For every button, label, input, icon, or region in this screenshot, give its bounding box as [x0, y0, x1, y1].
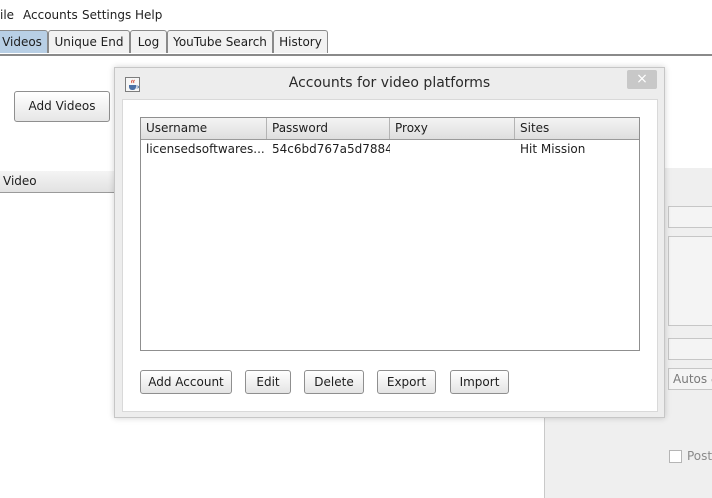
autos-dropdown[interactable]: Autos &: [668, 368, 712, 390]
cell-username: licensedsoftwares...: [146, 142, 265, 156]
dialog-content: Username Password Proxy Sites licensedso…: [122, 99, 658, 412]
import-button[interactable]: Import: [450, 370, 509, 394]
cell-proxy: [390, 140, 515, 158]
menu-settings[interactable]: Settings: [82, 8, 131, 22]
dialog-close-button[interactable]: ×: [627, 70, 657, 89]
tab-bar: Videos Unique End Log YouTube Search His…: [0, 29, 712, 56]
accounts-dialog: Accounts for video platforms × Username …: [114, 67, 665, 418]
right-panel-field-top[interactable]: [668, 206, 712, 228]
tab-videos[interactable]: Videos: [0, 30, 48, 53]
menu-accounts[interactable]: Accounts: [23, 8, 78, 22]
table-row[interactable]: licensedsoftwares... 54c6bd767a5d7884 Hi…: [141, 140, 639, 158]
cell-password: 54c6bd767a5d7884: [272, 142, 390, 156]
cell-sites: Hit Mission: [520, 142, 586, 156]
post-checkbox[interactable]: [669, 450, 682, 463]
tab-unique-end[interactable]: Unique End: [48, 30, 130, 53]
tab-history[interactable]: History: [273, 30, 328, 53]
menu-bar: ile Accounts Settings Help: [0, 0, 712, 29]
column-header-username[interactable]: Username: [141, 118, 267, 139]
column-header-password[interactable]: Password: [267, 118, 390, 139]
post-checkbox-label: Post: [687, 449, 712, 463]
add-videos-button[interactable]: Add Videos: [14, 91, 110, 122]
dialog-title: Accounts for video platforms: [288, 75, 491, 91]
table-header: Username Password Proxy Sites: [141, 118, 639, 140]
video-column-header: Video: [0, 171, 116, 193]
video-column-header-label: Video: [3, 174, 37, 188]
accounts-table: Username Password Proxy Sites licensedso…: [140, 117, 640, 351]
java-cup-icon: [125, 77, 140, 92]
right-panel-textarea[interactable]: [668, 236, 712, 326]
tab-youtube-search[interactable]: YouTube Search: [167, 30, 273, 53]
column-header-proxy[interactable]: Proxy: [390, 118, 515, 139]
edit-button[interactable]: Edit: [245, 370, 291, 394]
menu-help[interactable]: Help: [135, 8, 162, 22]
export-button[interactable]: Export: [377, 370, 436, 394]
tab-log[interactable]: Log: [130, 30, 167, 53]
delete-button[interactable]: Delete: [304, 370, 364, 394]
menu-file[interactable]: ile: [0, 8, 14, 22]
column-header-sites[interactable]: Sites: [515, 118, 639, 139]
right-panel-field-mid[interactable]: [668, 338, 712, 360]
add-account-button[interactable]: Add Account: [140, 370, 232, 394]
